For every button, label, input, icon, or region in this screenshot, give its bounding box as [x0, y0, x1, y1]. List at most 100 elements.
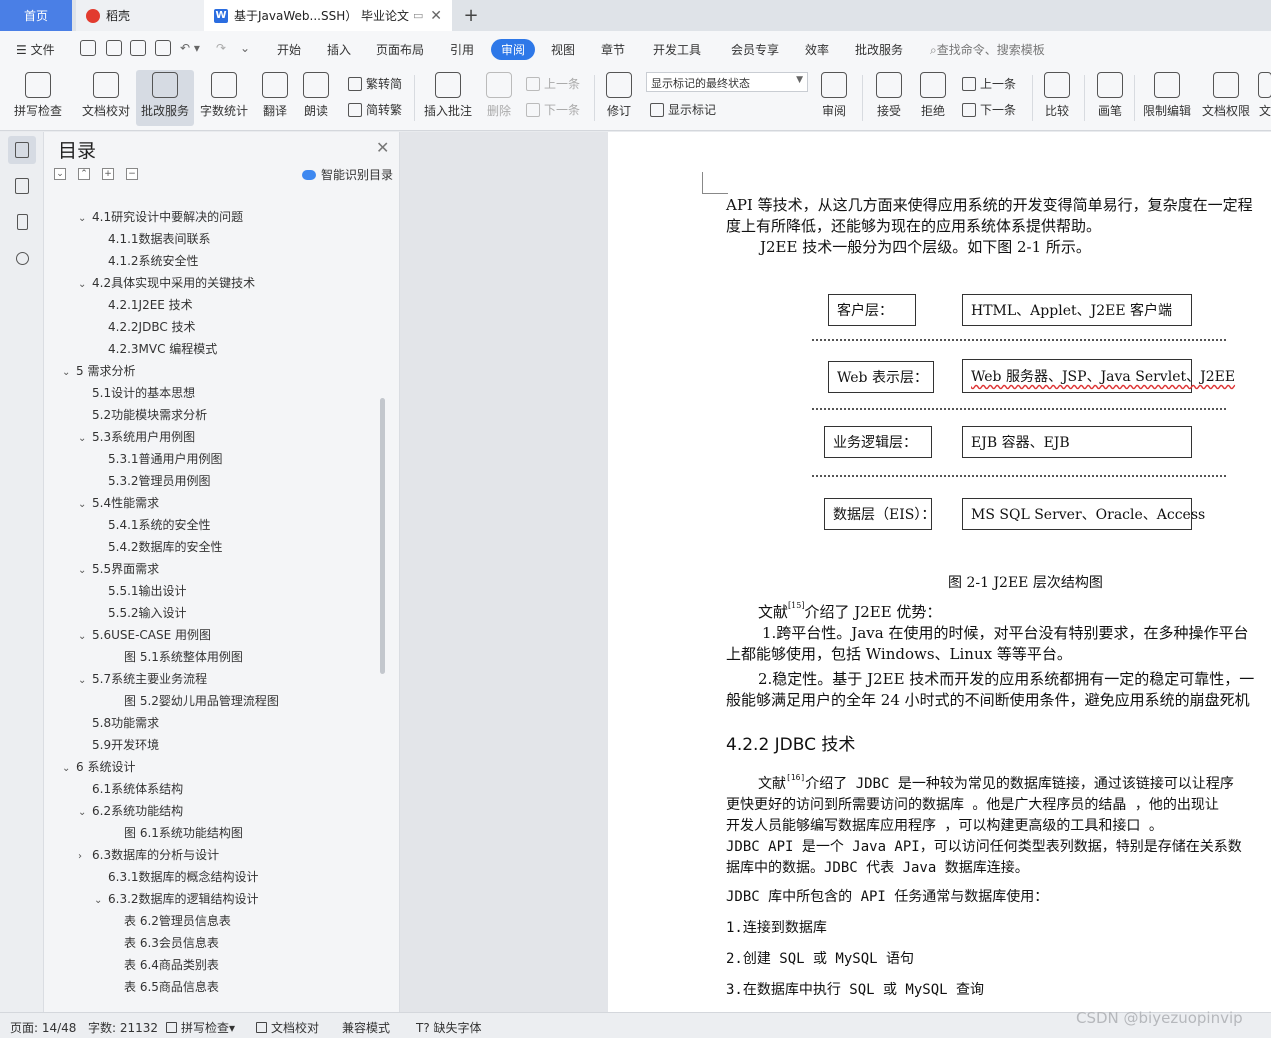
toc-item[interactable]: 图 6.1系统功能结构图 [110, 824, 243, 842]
prev-comment-button[interactable]: 上一条 [526, 75, 580, 92]
menu-member[interactable]: 会员专享 [731, 41, 779, 58]
toc-item[interactable]: ⌄ 4.1研究设计中要解决的问题 [78, 208, 243, 226]
toc-item[interactable]: 5.3.2管理员用例图 [94, 472, 211, 490]
toc-item[interactable]: 5.5.1输出设计 [94, 582, 187, 600]
chevron-down-icon[interactable]: ⌄ [78, 804, 92, 822]
collapse-all-icon[interactable]: ⌄ [54, 168, 66, 180]
toc-item[interactable]: 4.1.2系统安全性 [94, 252, 199, 270]
toc-item[interactable]: 5.8功能需求 [78, 714, 159, 732]
customize-quick-access-icon[interactable]: ⌄ [240, 41, 250, 55]
accept-button[interactable]: 接受 [870, 70, 908, 126]
chevron-down-icon[interactable]: ⌄ [62, 364, 76, 382]
toc-item[interactable]: 5.3.1普通用户用例图 [94, 450, 223, 468]
toc-pane-button[interactable] [8, 136, 36, 164]
search-pane-button[interactable] [8, 244, 36, 272]
toc-item[interactable]: 5.4.1系统的安全性 [94, 516, 211, 534]
reject-button[interactable]: 拒绝 [914, 70, 952, 126]
review-service-button[interactable]: 批改服务 [136, 70, 194, 126]
menu-insert[interactable]: 插入 [327, 41, 351, 58]
toc-item[interactable]: 6.1系统体系结构 [78, 780, 183, 798]
toc-item[interactable]: ⌄ 6.3.2数据库的逻辑结构设计 [94, 890, 259, 908]
menu-efficiency[interactable]: 效率 [805, 41, 829, 58]
print-preview-icon[interactable] [155, 40, 171, 56]
toc-item[interactable]: ⌄ 5.5界面需求 [78, 560, 159, 578]
toc-item[interactable]: 表 6.5商品信息表 [110, 978, 219, 996]
document-page[interactable]: API 等技术，从这几方面来使得应用系统的开发变得简单易行，复杂度在一定程 度上… [608, 132, 1271, 1012]
toc-item[interactable]: 4.2.3MVC 编程模式 [94, 340, 217, 358]
next-change-button[interactable]: 下一条 [962, 101, 1016, 118]
toc-item[interactable]: 5.5.2输入设计 [94, 604, 187, 622]
undo-icon[interactable]: ↶ ▾ [180, 41, 200, 55]
status-proofread[interactable]: 文档校对 [256, 1019, 319, 1036]
chevron-down-icon[interactable]: ⌄ [78, 430, 92, 448]
expand-all-icon[interactable]: ⌃ [78, 168, 90, 180]
review-pane-button[interactable]: 审阅 [816, 70, 852, 126]
word-count-indicator[interactable]: 字数: 21132 [88, 1019, 158, 1036]
command-search[interactable]: ⌕查找命令、搜索模板 [930, 41, 1045, 58]
tab-document[interactable]: W 基于JavaWeb...SSH） 毕业论文 ▭ ✕ [204, 0, 452, 31]
toc-item[interactable]: 6.3.1数据库的概念结构设计 [94, 868, 259, 886]
menu-start[interactable]: 开始 [277, 41, 301, 58]
toc-item[interactable]: 图 5.2婴幼儿用品管理流程图 [110, 692, 279, 710]
chevron-down-icon[interactable]: ⌄ [78, 210, 92, 228]
more-ribbon-button[interactable]: 文 [1258, 70, 1271, 126]
trad-to-simp-button[interactable]: 繁转简 [348, 75, 402, 92]
export-pdf-icon[interactable] [106, 40, 122, 56]
show-markup-button[interactable]: 显示标记 [650, 101, 716, 118]
chevron-down-icon[interactable]: ⌄ [78, 276, 92, 294]
toc-item[interactable]: 图 5.1系统整体用例图 [110, 648, 243, 666]
toc-item[interactable]: ⌄ 5 需求分析 [62, 362, 135, 380]
chevron-down-icon[interactable]: ⌄ [78, 562, 92, 580]
toc-item[interactable]: 4.1.1数据表间联系 [94, 230, 211, 248]
chapter-pane-button[interactable] [8, 172, 36, 200]
menu-page-layout[interactable]: 页面布局 [376, 41, 424, 58]
smart-toc-button[interactable]: 智能识别目录 [302, 166, 393, 183]
simp-to-trad-button[interactable]: 简转繁 [348, 101, 402, 118]
save-icon[interactable] [80, 40, 96, 56]
toc-item[interactable]: ⌄ 5.3系统用户用例图 [78, 428, 195, 446]
toc-item[interactable]: 5.4.2数据库的安全性 [94, 538, 223, 556]
toc-item[interactable]: 4.2.2JDBC 技术 [94, 318, 196, 336]
toc-item[interactable]: 表 6.4商品类别表 [110, 956, 219, 974]
toc-item[interactable]: 4.2.1J2EE 技术 [94, 296, 193, 314]
menu-developer[interactable]: 开发工具 [653, 41, 701, 58]
bookmark-pane-button[interactable] [8, 208, 36, 236]
menu-review[interactable]: 审阅 [491, 39, 536, 60]
print-icon[interactable] [130, 40, 146, 56]
close-icon[interactable]: ✕ [376, 138, 389, 157]
toc-item[interactable]: ⌄ 6 系统设计 [62, 758, 135, 776]
restrict-editing-button[interactable]: 限制编辑 [1140, 70, 1194, 126]
menu-correction-service[interactable]: 批改服务 [855, 41, 903, 58]
proofread-button[interactable]: 文档校对 [80, 70, 132, 126]
toc-item[interactable]: 5.2功能模块需求分析 [78, 406, 207, 424]
chevron-right-icon[interactable]: › [78, 848, 92, 866]
markup-state-select[interactable]: 显示标记的最终状态 ▼ [646, 72, 808, 92]
prev-change-button[interactable]: 上一条 [962, 75, 1016, 92]
toc-item[interactable]: ⌄ 5.6USE-CASE 用例图 [78, 626, 211, 644]
pen-button[interactable]: 画笔 [1092, 70, 1128, 126]
compare-button[interactable]: 比较 [1038, 70, 1076, 126]
toc-item[interactable]: ⌄ 5.7系统主要业务流程 [78, 670, 207, 688]
chevron-down-icon[interactable]: ⌄ [78, 496, 92, 514]
menu-chapter[interactable]: 章节 [601, 41, 625, 58]
insert-comment-button[interactable]: 插入批注 [422, 70, 474, 126]
toc-item[interactable]: 5.1设计的基本思想 [78, 384, 195, 402]
word-count-button[interactable]: 字数统计 [198, 70, 250, 126]
tab-daoke[interactable]: 稻壳 [76, 0, 204, 31]
add-heading-icon[interactable]: + [102, 168, 114, 180]
toc-item[interactable]: 表 6.2管理员信息表 [110, 912, 231, 930]
chevron-down-icon[interactable]: ⌄ [78, 672, 92, 690]
remove-heading-icon[interactable]: − [126, 168, 138, 180]
menu-view[interactable]: 视图 [551, 41, 575, 58]
chevron-down-icon[interactable]: ⌄ [78, 628, 92, 646]
toc-item[interactable]: 表 6.3会员信息表 [110, 934, 219, 952]
chevron-down-icon[interactable]: ⌄ [62, 760, 76, 778]
translate-button[interactable]: 翻译 [256, 70, 294, 126]
toc-item[interactable]: 5.9开发环境 [78, 736, 159, 754]
spell-check-button[interactable]: 拼写检查 [10, 70, 66, 126]
toc-scrollbar[interactable] [380, 398, 385, 674]
toc-item[interactable]: ⌄ 4.2具体实现中采用的关键技术 [78, 274, 255, 292]
new-tab-button[interactable]: + [460, 4, 482, 26]
document-permission-button[interactable]: 文档权限 [1198, 70, 1254, 126]
tab-home[interactable]: 首页 [0, 0, 72, 31]
